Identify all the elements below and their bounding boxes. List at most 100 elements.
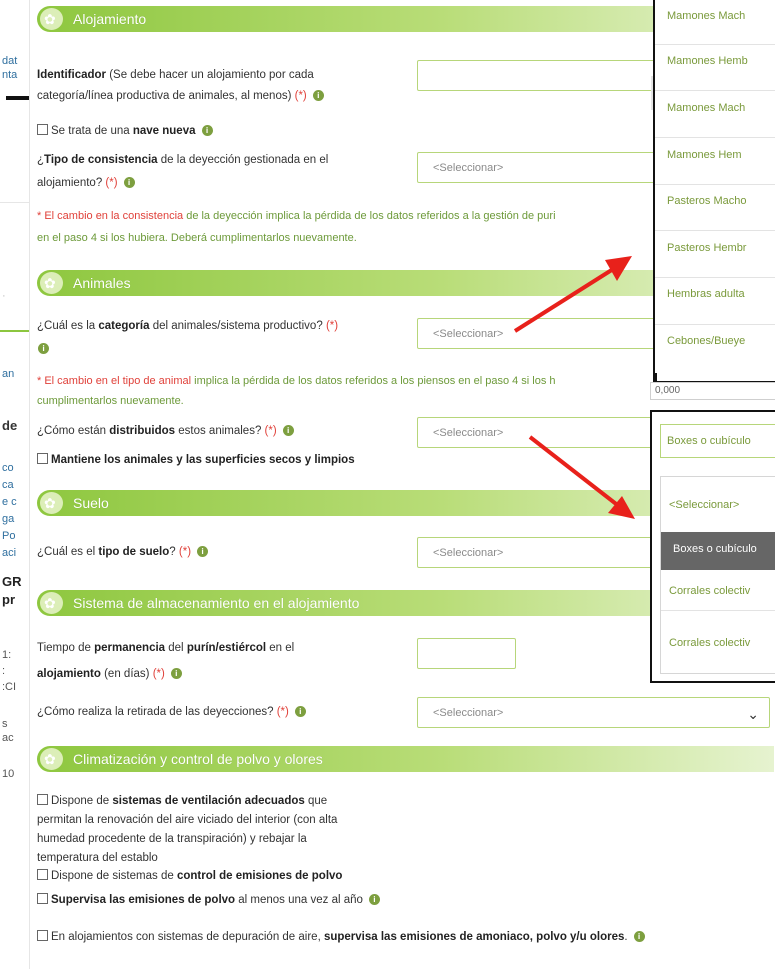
chevron-down-icon: ⌄ — [747, 706, 759, 722]
tipo-animal-warning-2: cumplimentarlos nuevamente. — [37, 395, 184, 407]
divider — [655, 277, 775, 278]
depuracion-checkbox-row[interactable]: En alojamientos con sistemas de depuraci… — [37, 929, 645, 945]
flower-icon: ✿ — [40, 272, 63, 294]
categoria-options-popup: Mamones Mach Mamones Hemb Mamones Mach M… — [653, 0, 775, 383]
divider — [655, 44, 775, 45]
info-icon[interactable]: i — [170, 668, 182, 680]
distribucion-selected-field[interactable]: Boxes o cubículo — [660, 424, 775, 458]
distribucion-options-list: <Seleccionar> Boxes o cubículo Corrales … — [660, 476, 775, 674]
consistencia-warning: * El cambio en la consistencia de la dey… — [37, 210, 556, 222]
background-text: dat — [2, 55, 18, 67]
background-text: 1: — [2, 649, 12, 661]
tipo-suelo-select[interactable]: <Seleccionar> — [417, 537, 657, 568]
tipo-suelo-label: ¿Cuál es el tipo de suelo? (*) i — [37, 544, 209, 560]
categoria-option[interactable]: Hembras adulta — [667, 288, 745, 300]
divider — [655, 184, 775, 185]
ventilacion-text-2: permitan la renovación del aire viciado … — [37, 814, 338, 826]
ventilacion-text-3: humedad procedente de la transpiración) … — [37, 833, 307, 845]
distribucion-option[interactable]: <Seleccionar> — [669, 499, 739, 511]
categoria-option[interactable]: Mamones Mach — [667, 102, 745, 114]
info-icon[interactable]: i — [201, 125, 213, 137]
distribucion-option-highlighted[interactable]: Boxes o cubículo — [661, 532, 775, 570]
background-text: GR — [2, 574, 22, 589]
divider — [661, 610, 775, 611]
categoria-option[interactable]: Mamones Mach — [667, 10, 745, 22]
background-text: co — [2, 462, 14, 474]
flower-icon: ✿ — [40, 592, 63, 614]
background-text: ca — [2, 479, 14, 491]
supervisa-polvo-checkbox-row[interactable]: Supervisa las emisiones de polvo al meno… — [37, 892, 380, 908]
ventilacion-text-4: temperatura del establo — [37, 852, 158, 864]
control-polvo-checkbox-row[interactable]: Dispone de sistemas de control de emisio… — [37, 868, 342, 884]
section-title: Alojamiento — [73, 11, 147, 27]
section-title: Sistema de almacenamiento en el alojamie… — [73, 595, 360, 611]
background-text: an — [2, 368, 15, 380]
info-icon[interactable]: i — [123, 177, 135, 189]
identificador-input[interactable] — [417, 60, 657, 91]
distribucion-option[interactable]: Corrales colectiv — [669, 637, 750, 649]
retirada-label: ¿Cómo realiza la retirada de las deyecci… — [37, 704, 306, 720]
tipo-consistencia-label: ¿Tipo de consistencia de la deyección ge… — [37, 154, 329, 166]
categoria-option[interactable]: Mamones Hem — [667, 149, 742, 161]
divider — [655, 137, 775, 138]
background-page-strip: dat nta · an de co ca e c ga Po aci GR p… — [0, 0, 30, 969]
categoria-option[interactable]: Mamones Hemb — [667, 55, 748, 67]
consistencia-warning-2: en el paso 4 si los hubiera. Deberá cump… — [37, 232, 357, 244]
categoria-option[interactable]: Cebones/Bueye — [667, 335, 745, 347]
background-text: Po — [2, 530, 16, 542]
background-text: 10 — [2, 768, 15, 780]
ventilacion-checkbox-row[interactable]: Dispone de sistemas de ventilación adecu… — [37, 793, 327, 809]
info-icon[interactable]: i — [633, 931, 645, 943]
info-icon[interactable]: i — [294, 706, 306, 718]
background-text: e c — [2, 496, 17, 508]
divider — [0, 330, 29, 332]
nave-nueva-checkbox-row[interactable]: Se trata de una nave nueva i — [37, 123, 213, 139]
retirada-select[interactable]: <Seleccionar> ⌄ — [417, 697, 770, 728]
categoria-info: i — [37, 341, 49, 357]
distribucion-options-popup: Boxes o cubículo <Seleccionar> Boxes o c… — [650, 410, 775, 683]
checkbox-icon[interactable] — [37, 893, 48, 905]
secos-limpios-checkbox-row[interactable]: Mantiene los animales y las superficies … — [37, 452, 355, 468]
background-bar — [6, 96, 29, 100]
background-text: ga — [2, 513, 15, 525]
identificador-label: Identificador (Se debe hacer un alojamie… — [37, 69, 314, 81]
section-title: Suelo — [73, 495, 109, 511]
background-text: ac — [2, 732, 14, 744]
tipo-consistencia-select[interactable]: <Seleccionar> — [417, 152, 657, 183]
distribuidos-select[interactable]: <Seleccionar> — [417, 417, 657, 448]
checkbox-icon[interactable] — [37, 453, 48, 465]
background-text: · — [2, 290, 6, 302]
distribucion-option[interactable]: Corrales colectiv — [669, 585, 750, 597]
info-icon[interactable]: i — [197, 546, 209, 558]
flower-icon: ✿ — [40, 8, 63, 30]
categoria-select[interactable]: <Seleccionar> — [417, 318, 657, 349]
background-text: s — [2, 718, 8, 730]
divider — [655, 230, 775, 231]
background-text: pr — [2, 592, 15, 607]
info-icon[interactable]: i — [38, 343, 49, 355]
categoria-option[interactable]: Pasteros Hembr — [667, 242, 746, 254]
background-text: de — [2, 418, 18, 433]
checkbox-icon[interactable] — [37, 869, 48, 881]
background-text: : — [2, 665, 6, 677]
flower-icon: ✿ — [40, 748, 63, 770]
info-icon[interactable]: i — [312, 90, 324, 102]
flower-icon: ✿ — [40, 492, 63, 514]
tiempo-permanencia-label: Tiempo de permanencia del purín/estiérco… — [37, 642, 295, 654]
checkbox-icon[interactable] — [37, 794, 48, 806]
checkbox-icon[interactable] — [37, 930, 48, 942]
background-text: nta — [2, 69, 18, 81]
checkbox-icon[interactable] — [37, 124, 48, 136]
background-text: :CI — [2, 681, 17, 693]
tipo-animal-warning: * El cambio en el tipo de animal implica… — [37, 375, 556, 387]
divider — [655, 90, 775, 91]
categoria-option[interactable]: Pasteros Macho — [667, 195, 746, 207]
identificador-note: categoría/línea productiva de animales, … — [37, 88, 324, 104]
tiempo-permanencia-label-2: alojamiento (en días) (*) i — [37, 666, 182, 682]
info-icon[interactable]: i — [282, 425, 294, 437]
distribuidos-label: ¿Cómo están distribuidos estos animales?… — [37, 423, 294, 439]
tiempo-permanencia-input[interactable] — [417, 638, 516, 669]
info-icon[interactable]: i — [368, 894, 380, 906]
section-header-climatizacion: ✿ Climatización y control de polvo y olo… — [37, 746, 774, 772]
section-title: Animales — [73, 275, 131, 291]
